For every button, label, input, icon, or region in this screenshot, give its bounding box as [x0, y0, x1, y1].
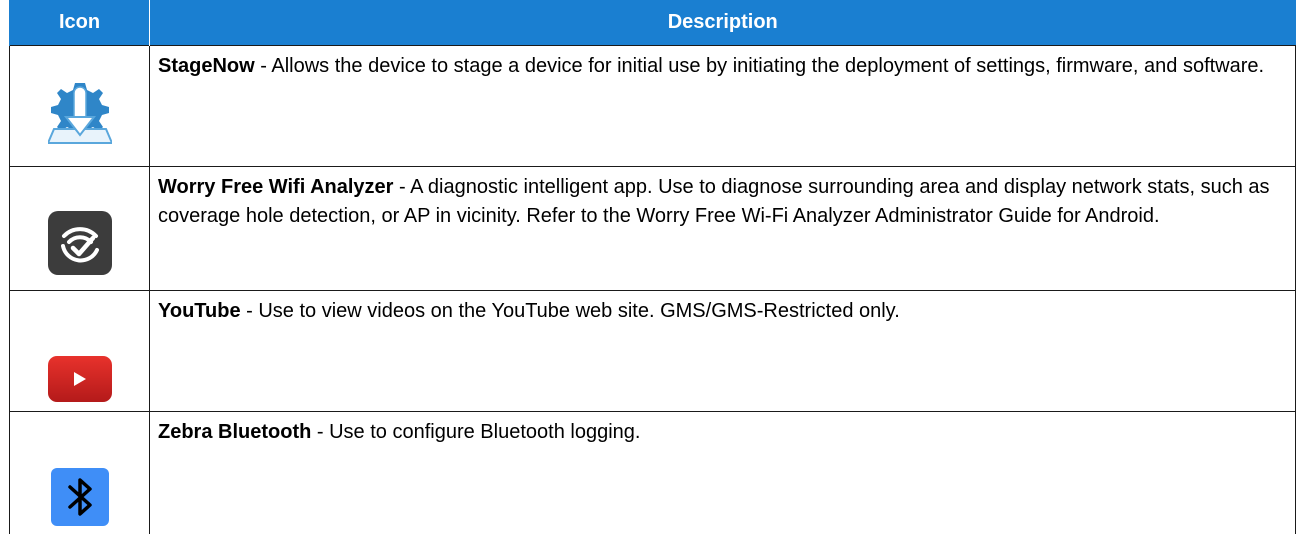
app-icon-table: Icon Description StageNow - Allows the d…	[9, 0, 1296, 534]
app-description: - Use to configure Bluetooth logging.	[311, 421, 641, 443]
table-row: StageNow - Allows the device to stage a …	[9, 45, 1296, 167]
description-cell: Zebra Bluetooth - Use to configure Bluet…	[149, 411, 1296, 534]
description-cell: StageNow - Allows the device to stage a …	[149, 45, 1296, 167]
app-name: StageNow	[158, 55, 255, 77]
table-row: Zebra Bluetooth - Use to configure Bluet…	[9, 411, 1296, 534]
icon-cell	[9, 45, 150, 167]
table-header-row: Icon Description	[9, 0, 1296, 46]
app-description: - Allows the device to stage a device fo…	[254, 55, 1265, 77]
app-name: YouTube	[158, 300, 241, 322]
stagenow-icon	[47, 83, 112, 144]
app-description: - Use to view videos on the YouTube web …	[240, 300, 900, 322]
icon-cell	[9, 290, 150, 412]
description-column-header: Description	[149, 0, 1296, 46]
icon-cell	[9, 166, 150, 291]
description-cell: YouTube - Use to view videos on the YouT…	[149, 290, 1296, 412]
table-row: YouTube - Use to view videos on the YouT…	[9, 290, 1296, 412]
youtube-icon	[47, 356, 112, 402]
icon-cell	[9, 411, 150, 534]
description-cell: Worry Free Wifi Analyzer - A diagnostic …	[149, 166, 1296, 291]
table-row: Worry Free Wifi Analyzer - A diagnostic …	[9, 166, 1296, 291]
worry-free-wifi-analyzer-icon	[47, 210, 112, 275]
bluetooth-icon	[50, 468, 109, 526]
app-name: Zebra Bluetooth	[158, 421, 312, 443]
icon-column-header: Icon	[9, 0, 150, 46]
app-name: Worry Free Wifi Analyzer	[158, 176, 394, 198]
